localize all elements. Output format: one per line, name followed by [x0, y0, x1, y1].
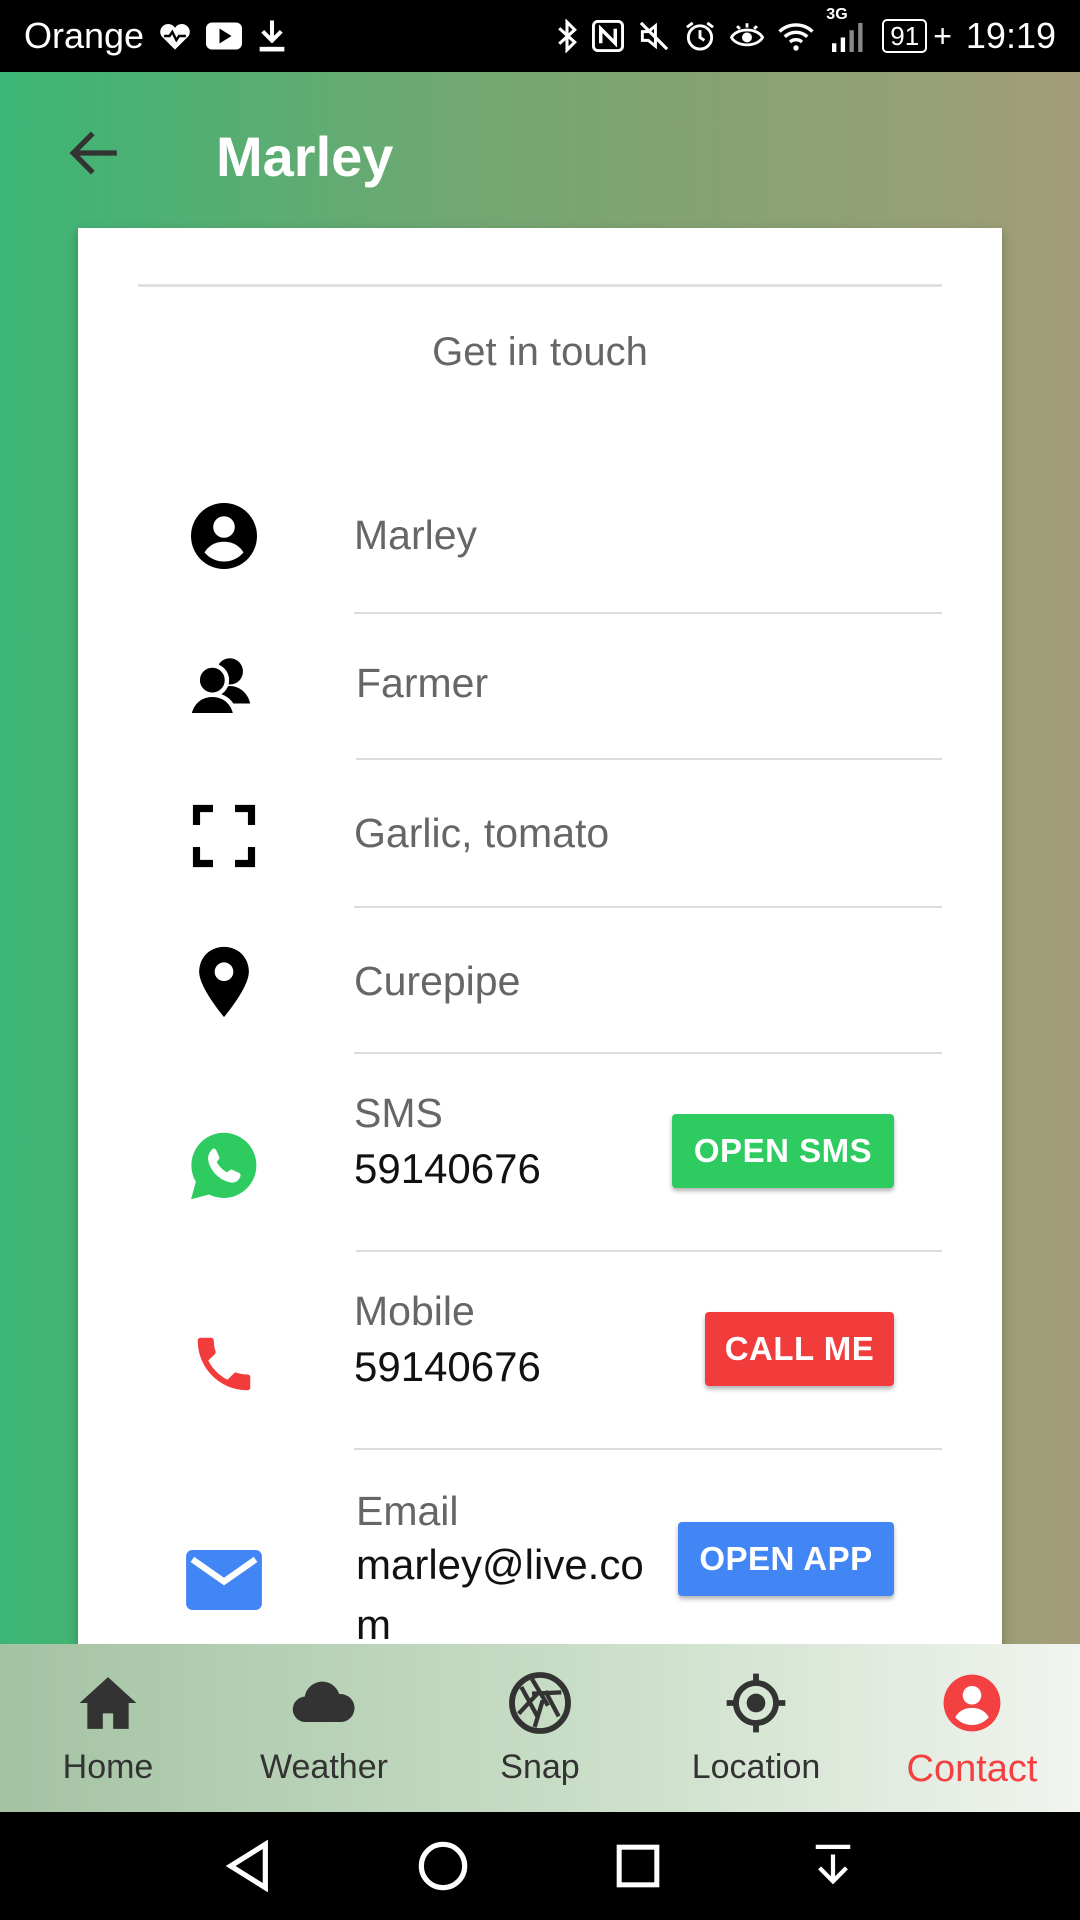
battery-level: 91	[882, 19, 928, 53]
nav-item-location[interactable]: Location	[648, 1644, 864, 1812]
divider	[354, 1052, 942, 1054]
nav-label-weather: Weather	[260, 1748, 388, 1786]
location-value: Curepipe	[354, 958, 521, 1004]
triangle-back-icon	[225, 1840, 268, 1892]
divider	[354, 1448, 942, 1450]
divider	[354, 906, 942, 908]
download-icon	[256, 19, 288, 53]
page-title: Marley	[216, 125, 394, 188]
occupation-value: Farmer	[356, 660, 489, 706]
wifi-icon	[778, 21, 814, 51]
contact-card: Get in touch Marley Farmer Garlic, tomat…	[78, 228, 1002, 1648]
sms-text: SMS 59140676	[354, 1090, 541, 1193]
status-bar: Orange 3G 91 + 19:19	[0, 0, 1080, 72]
network-type: 3G	[826, 6, 848, 23]
mail-icon	[184, 1540, 264, 1620]
nav-label-location: Location	[691, 1748, 821, 1786]
nav-label-contact: Contact	[906, 1748, 1038, 1790]
divider	[138, 284, 942, 287]
system-recents-button[interactable]	[608, 1836, 668, 1896]
health-heart-icon	[158, 21, 192, 51]
mute-icon	[638, 20, 670, 52]
pull-down-icon	[815, 1844, 850, 1885]
email-text: Email marley@live.com	[356, 1488, 656, 1648]
charging-plus: +	[933, 17, 952, 54]
system-back-button[interactable]	[218, 1836, 278, 1896]
map-pin-icon	[184, 942, 264, 1022]
divider	[354, 612, 942, 614]
carrier-name: Orange	[24, 15, 145, 56]
square-recents-icon	[616, 1844, 659, 1888]
back-button[interactable]	[62, 120, 128, 186]
app-bar: Marley	[0, 72, 1080, 228]
bluetooth-icon	[556, 19, 578, 53]
mobile-text: Mobile 59140676	[354, 1288, 541, 1391]
sms-number: 59140676	[354, 1145, 541, 1192]
email-address: marley@live.com	[356, 1541, 644, 1648]
divider	[356, 1250, 942, 1252]
call-me-button[interactable]: CALL ME	[705, 1312, 894, 1386]
nav-item-home[interactable]: Home	[0, 1644, 216, 1812]
cloud-icon	[291, 1670, 357, 1736]
circle-home-icon	[418, 1841, 467, 1891]
system-navigation-bar	[0, 1812, 1080, 1920]
whatsapp-icon	[184, 1126, 264, 1206]
fullscreen-frame-icon	[184, 796, 264, 876]
system-home-button[interactable]	[413, 1836, 473, 1896]
account-circle-icon	[939, 1670, 1005, 1736]
alarm-icon	[684, 20, 716, 52]
divider	[356, 758, 942, 760]
signal-icon: 3G	[826, 6, 868, 52]
nav-label-snap: Snap	[500, 1748, 580, 1786]
email-label: Email	[356, 1488, 459, 1534]
youtube-icon	[206, 22, 243, 50]
phone-icon	[184, 1324, 264, 1404]
mobile-label: Mobile	[354, 1288, 475, 1334]
open-app-button[interactable]: OPEN APP	[678, 1522, 894, 1596]
eye-comfort-icon	[730, 21, 765, 51]
nav-item-contact[interactable]: Contact	[864, 1644, 1080, 1812]
nav-label-home: Home	[62, 1748, 154, 1786]
clock-time: 19:19	[965, 15, 1056, 56]
camera-aperture-icon	[507, 1670, 573, 1736]
home-icon	[75, 1670, 141, 1736]
nfc-icon	[592, 20, 625, 52]
people-icon	[184, 646, 264, 726]
system-notification-pull-button[interactable]	[803, 1836, 863, 1896]
bottom-navigation: Home Weather Snap Location Contact	[0, 1644, 1080, 1812]
card-heading: Get in touch	[432, 330, 648, 374]
arrow-back-icon	[69, 131, 117, 175]
account-circle-icon	[184, 496, 264, 576]
mobile-number: 59140676	[354, 1343, 541, 1390]
products-value: Garlic, tomato	[354, 810, 610, 856]
open-sms-button[interactable]: OPEN SMS	[672, 1114, 894, 1188]
nav-item-weather[interactable]: Weather	[216, 1644, 432, 1812]
crosshair-icon	[723, 1670, 789, 1736]
nav-item-snap[interactable]: Snap	[432, 1644, 648, 1812]
sms-label: SMS	[354, 1090, 443, 1136]
name-value: Marley	[354, 512, 478, 558]
